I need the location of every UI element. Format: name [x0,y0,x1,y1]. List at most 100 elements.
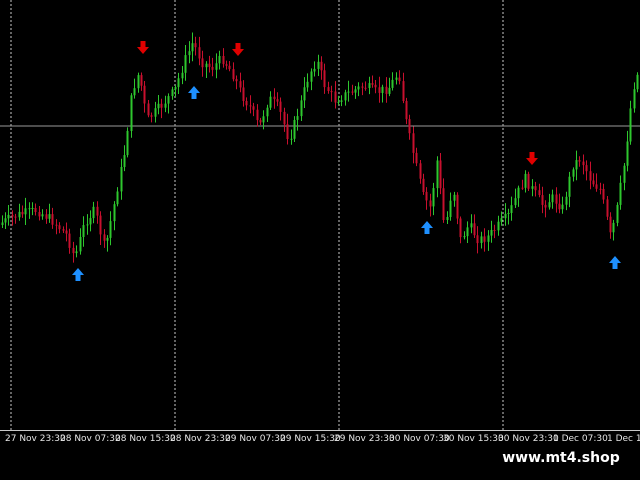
time-label: 29 Nov 15:30 [280,434,341,444]
grid-layer [10,0,504,430]
candle-body [273,96,276,100]
candle-body [626,141,629,166]
candle-body [106,237,109,241]
time-label: 27 Nov 23:30 [5,434,66,444]
candlestick-chart[interactable] [0,0,640,430]
candle-body [582,161,585,166]
candle-body [147,103,150,116]
candle-body [388,87,391,94]
candle-body [538,190,541,195]
candle-body [24,208,27,215]
sell-signal-arrow-icon [137,41,149,54]
candle-body [422,178,425,192]
candle-body [296,116,299,120]
candle-body [55,224,58,226]
candles-layer [1,32,639,263]
candle-body [283,111,286,125]
candle-body [21,211,24,215]
candle-body [300,100,303,117]
candle-body [75,251,78,254]
candle-body [184,55,187,73]
candle-body [327,87,330,91]
candle-body [633,89,636,109]
candle-body [521,187,524,189]
candle-body [323,70,326,88]
candle-body [609,216,612,233]
candle-body [18,211,21,218]
candle-body [150,115,153,117]
plot-area[interactable] [0,0,640,431]
watermark-label: www.mt4.shop [497,446,625,470]
candle-body [351,91,354,93]
candle-body [286,124,289,139]
candle-body [62,229,65,231]
candle-body [317,61,320,69]
candle-body [334,91,337,103]
candle-body [86,224,89,226]
candle-body [256,109,259,121]
candle-body [412,133,415,153]
candle-body [14,216,17,218]
candle-body [561,204,564,210]
candle-body [558,203,561,210]
candle-body [11,214,14,217]
candle-body [133,88,136,96]
candle-body [38,212,41,217]
candle-body [201,58,204,68]
candle-body [442,188,445,220]
candle-body [473,223,476,236]
candle-body [252,106,255,110]
candle-body [218,56,221,64]
candle-body [4,218,7,223]
candle-body [446,217,449,220]
candle-body [395,77,398,80]
candle-body [381,86,384,93]
candle-body [225,64,228,66]
candle-body [306,81,309,88]
candle-body [578,160,581,162]
candle-body [555,194,558,204]
candle-body [157,103,160,109]
candle-body [194,43,197,48]
candle-body [266,107,269,117]
candle-body [143,85,146,104]
candle-body [385,86,388,94]
candle-body [7,214,10,219]
candle-body [398,77,401,82]
candle-body [259,120,262,123]
candle-body [425,191,428,201]
time-label: 30 Nov 15:30 [443,434,504,444]
candle-body [527,173,530,189]
candle-body [378,87,381,93]
candle-body [490,230,493,236]
candle-body [34,208,37,212]
candle-body [48,214,51,219]
candle-body [476,235,479,244]
candle-body [313,68,316,72]
candle-body [320,61,323,71]
candle-body [167,96,170,104]
buy-signal-arrow-icon [609,256,621,269]
candle-body [171,89,174,97]
candle-body [303,87,306,101]
candle-body [96,206,99,216]
candle-body [1,222,4,225]
time-label: 30 Nov 07:30 [389,434,450,444]
candle-body [541,195,544,205]
candle-body [493,230,496,231]
buy-signal-arrow-icon [421,221,433,234]
candle-body [368,83,371,88]
candle-body [262,116,265,123]
candle-body [113,204,116,222]
candle-body [140,75,143,86]
candle-body [340,100,343,102]
candle-body [548,202,551,208]
candle-body [72,247,75,254]
candle-body [211,66,214,70]
candle-body [551,194,554,203]
candle-body [531,186,534,189]
candle-body [245,101,248,106]
candle-body [177,78,180,88]
chart-window[interactable]: 27 Nov 23:30 28 Nov 07:30 28 Nov 15:30 2… [0,0,640,480]
candle-body [41,214,44,217]
